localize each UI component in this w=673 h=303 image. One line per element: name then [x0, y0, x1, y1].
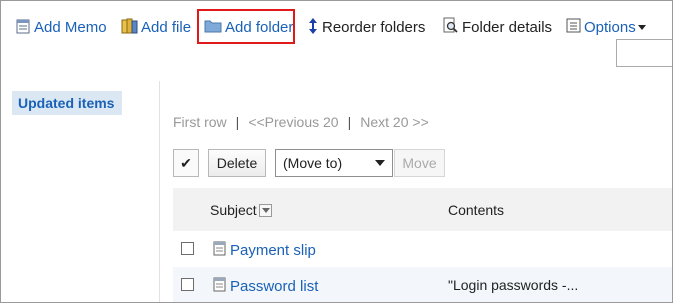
folder-icon — [204, 18, 222, 36]
table-row: Payment slip — [173, 231, 672, 267]
row-checkbox[interactable] — [181, 278, 194, 291]
reorder-folders-button[interactable]: Reorder folders — [307, 16, 425, 38]
add-file-label: Add file — [141, 18, 192, 36]
row-subject-link[interactable]: Password list — [212, 276, 318, 296]
list-icon — [566, 18, 581, 36]
memo-icon — [212, 276, 227, 296]
row-subject-label: Password list — [230, 277, 319, 295]
search-input[interactable] — [616, 39, 672, 67]
pager-separator: | — [347, 114, 352, 130]
caret-down-icon — [637, 24, 646, 30]
file-icon — [121, 18, 138, 37]
row-checkbox[interactable] — [181, 242, 194, 255]
next-page-link[interactable]: Next 20 >> — [360, 114, 429, 130]
magnifier-document-icon — [442, 17, 459, 37]
row-contents: "Login passwords -... — [448, 277, 579, 293]
options-menu[interactable]: Options — [566, 16, 646, 38]
reorder-folders-label: Reorder folders — [322, 18, 426, 36]
add-file-button[interactable]: Add file — [121, 16, 191, 38]
check-all-button[interactable]: ✔ — [173, 149, 199, 177]
pager: First row | <<Previous 20 | Next 20 >> — [173, 114, 429, 130]
add-folder-button[interactable]: Add folder — [204, 16, 293, 38]
row-subject-label: Payment slip — [230, 241, 316, 259]
column-header-label: Subject — [210, 202, 257, 218]
first-row-link[interactable]: First row — [173, 114, 227, 130]
options-label: Options — [584, 18, 636, 36]
folder-details-label: Folder details — [462, 18, 553, 36]
sidebar-item-updated-items[interactable]: Updated items — [12, 91, 122, 115]
column-header-subject: Subject — [210, 202, 272, 218]
toolbar: Add Memo Add file Add folder Reorder fol… — [1, 1, 672, 67]
memo-icon — [15, 18, 31, 37]
previous-page-link[interactable]: <<Previous 20 — [248, 114, 338, 130]
add-memo-button[interactable]: Add Memo — [15, 16, 107, 38]
add-memo-label: Add Memo — [34, 18, 107, 36]
move-to-value: (Move to) — [283, 155, 343, 171]
chevron-down-icon — [375, 160, 385, 166]
move-to-select[interactable]: (Move to) — [275, 149, 393, 177]
column-header-contents: Contents — [448, 202, 505, 218]
app-frame: Add Memo Add file Add folder Reorder fol… — [0, 0, 673, 303]
add-folder-label: Add folder — [225, 18, 294, 36]
folder-details-button[interactable]: Folder details — [442, 16, 552, 38]
move-button: Move — [394, 149, 445, 177]
table-header: Subject Contents — [173, 188, 672, 231]
memo-icon — [212, 240, 227, 260]
sidebar: Updated items — [1, 81, 160, 302]
sort-dropdown-icon[interactable] — [258, 203, 272, 217]
pager-separator: | — [235, 114, 240, 130]
row-subject-link[interactable]: Payment slip — [212, 240, 316, 260]
up-down-arrows-icon — [307, 17, 319, 38]
delete-button[interactable]: Delete — [208, 149, 266, 177]
table-row: Password list "Login passwords -... — [173, 267, 672, 302]
